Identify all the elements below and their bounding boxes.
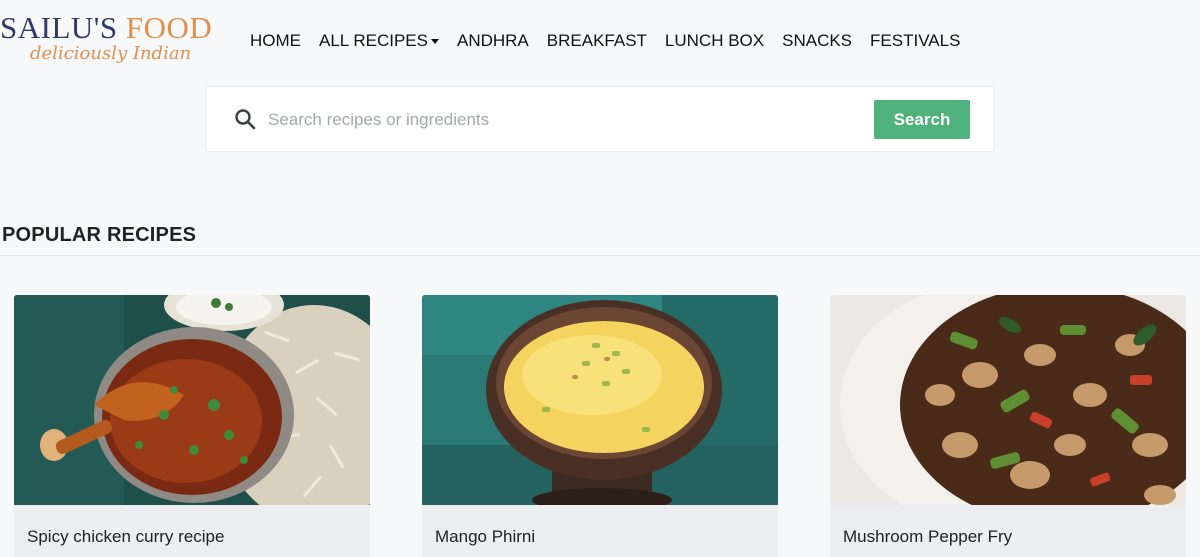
recipe-card-title[interactable]: Spicy chicken curry recipe: [27, 527, 224, 547]
mango-phirni-photo[interactable]: [422, 295, 778, 505]
search-icon: [235, 109, 256, 130]
nav-item-label: HOME: [250, 31, 301, 50]
nav-item-andhra[interactable]: ANDHRA: [457, 31, 529, 51]
section-divider: [0, 255, 1200, 256]
nav-item-home[interactable]: HOME: [250, 31, 301, 51]
main-nav: HOME ALL RECIPES ANDHRA BREAKFAST LUNCH …: [250, 30, 978, 52]
nav-item-label: ALL RECIPES: [319, 31, 428, 50]
nav-item-breakfast[interactable]: BREAKFAST: [547, 31, 647, 51]
nav-item-label: SNACKS: [782, 31, 853, 50]
recipe-card-chicken-curry[interactable]: Spicy chicken curry recipe: [14, 295, 370, 557]
search-button[interactable]: Search: [874, 100, 970, 139]
caret-down-icon: [430, 38, 439, 44]
site-logo[interactable]: SAILU'S FOOD deliciously Indian: [0, 10, 220, 72]
logo-tagline: deliciously Indian: [30, 43, 192, 64]
popular-recipes-heading: POPULAR RECIPES: [2, 224, 197, 246]
nav-item-label: BREAKFAST: [546, 31, 647, 50]
search-input[interactable]: [268, 104, 858, 136]
recipe-card-title[interactable]: Mushroom Pepper Fry: [843, 527, 1012, 547]
nav-item-label: LUNCH BOX: [664, 31, 765, 50]
logo-name-part1: SAILU'S: [0, 10, 118, 45]
recipe-card-mango-phirni[interactable]: Mango Phirni: [422, 295, 778, 557]
search-bar: Search: [205, 86, 995, 152]
nav-item-lunch-box[interactable]: LUNCH BOX: [665, 31, 764, 51]
logo-name-part2: FOOD: [125, 10, 213, 45]
chicken-curry-photo[interactable]: [14, 295, 370, 505]
logo-wordmark: SAILU'S FOOD: [0, 10, 212, 46]
recipe-card-mushroom-pepper-fry[interactable]: Mushroom Pepper Fry: [830, 295, 1186, 557]
nav-item-label: FESTIVALS: [870, 31, 961, 50]
nav-item-snacks[interactable]: SNACKS: [782, 31, 852, 51]
mushroom-pepper-fry-photo[interactable]: [830, 295, 1186, 505]
recipe-card-title[interactable]: Mango Phirni: [435, 527, 535, 547]
nav-item-festivals[interactable]: FESTIVALS: [870, 31, 960, 51]
nav-item-label: ANDHRA: [456, 31, 529, 50]
nav-item-all-recipes[interactable]: ALL RECIPES: [319, 31, 439, 51]
